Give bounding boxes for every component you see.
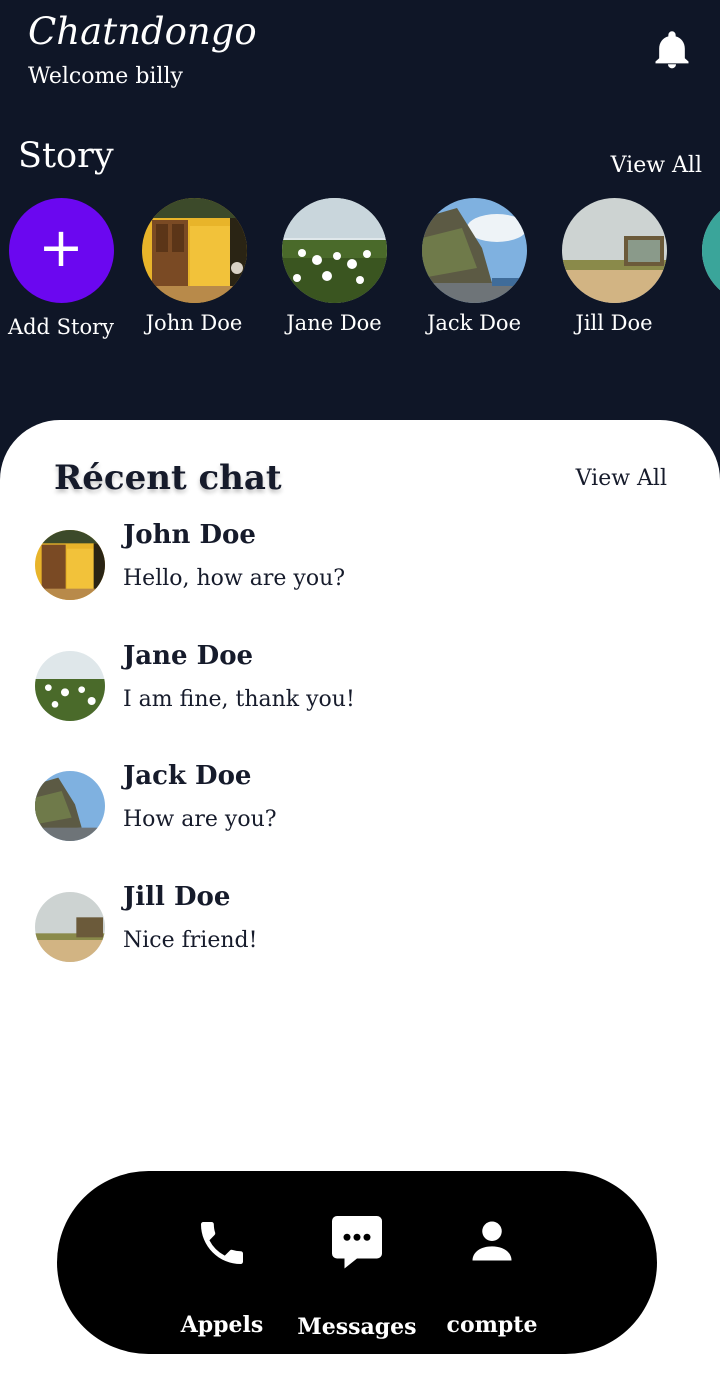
story-name: Jack Doe <box>426 311 521 335</box>
chat-list-item[interactable]: John Doe Hello, how are you? <box>0 520 720 620</box>
story-carousel[interactable]: + Add Story John Doe Jane Doe Jack Doe J… <box>0 198 720 358</box>
story-name: Jill Doe <box>575 311 653 335</box>
story-item-john-doe[interactable]: John Doe <box>124 198 264 335</box>
avatar[interactable] <box>35 892 105 962</box>
nav-label: compte <box>446 1312 538 1338</box>
nav-label: Messages <box>297 1314 417 1340</box>
nav-item-messages[interactable]: Messages <box>287 1171 427 1354</box>
avatar[interactable] <box>35 651 105 721</box>
chat-contact-name: Jack Doe <box>123 761 252 791</box>
bottom-nav-bar: Appels Messages compte <box>57 1171 657 1354</box>
recent-chat-title: Récent chat <box>54 458 282 498</box>
add-story-circle[interactable]: + <box>8 198 114 303</box>
add-story-button[interactable]: + Add Story <box>0 198 131 339</box>
avatar[interactable] <box>35 530 105 600</box>
welcome-text: Welcome billy <box>28 64 183 89</box>
story-section-title: Story <box>18 136 114 176</box>
story-item-partial[interactable]: J <box>684 198 720 335</box>
story-view-all-link[interactable]: View All <box>611 153 702 178</box>
app-title: Chatndongo <box>28 10 257 53</box>
chat-last-message: I am fine, thank you! <box>123 687 355 712</box>
story-avatar[interactable] <box>281 198 387 303</box>
nav-label: Appels <box>180 1312 264 1338</box>
story-item-jack-doe[interactable]: Jack Doe <box>404 198 544 335</box>
avatar[interactable] <box>35 771 105 841</box>
person-icon <box>472 1221 512 1261</box>
story-name: John Doe <box>145 311 243 335</box>
chat-list-item[interactable]: Jane Doe I am fine, thank you! <box>0 641 720 741</box>
chat-last-message: How are you? <box>123 807 277 832</box>
story-name: Jane Doe <box>286 311 382 335</box>
chat-contact-name: Jill Doe <box>123 882 231 912</box>
nav-item-appels[interactable]: Appels <box>152 1171 292 1354</box>
recent-view-all-link[interactable]: View All <box>576 466 667 491</box>
story-avatar[interactable] <box>561 198 667 303</box>
story-avatar[interactable] <box>701 198 720 303</box>
add-story-label: Add Story <box>7 315 115 339</box>
chat-bubble-icon <box>332 1216 382 1269</box>
bell-icon[interactable] <box>650 28 694 72</box>
story-avatar[interactable] <box>421 198 527 303</box>
chat-contact-name: John Doe <box>123 520 256 550</box>
chat-contact-name: Jane Doe <box>123 641 254 671</box>
chat-last-message: Hello, how are you? <box>123 566 346 591</box>
nav-item-compte[interactable]: compte <box>422 1171 562 1354</box>
story-avatar[interactable] <box>141 198 247 303</box>
chat-last-message: Nice friend! <box>123 928 258 953</box>
chat-list-item[interactable]: Jill Doe Nice friend! <box>0 882 720 982</box>
phone-icon <box>201 1222 243 1264</box>
story-item-jill-doe[interactable]: Jill Doe <box>544 198 684 335</box>
plus-icon: + <box>38 215 84 279</box>
chat-list-item[interactable]: Jack Doe How are you? <box>0 761 720 861</box>
story-name: J <box>684 311 720 335</box>
story-item-jane-doe[interactable]: Jane Doe <box>264 198 404 335</box>
